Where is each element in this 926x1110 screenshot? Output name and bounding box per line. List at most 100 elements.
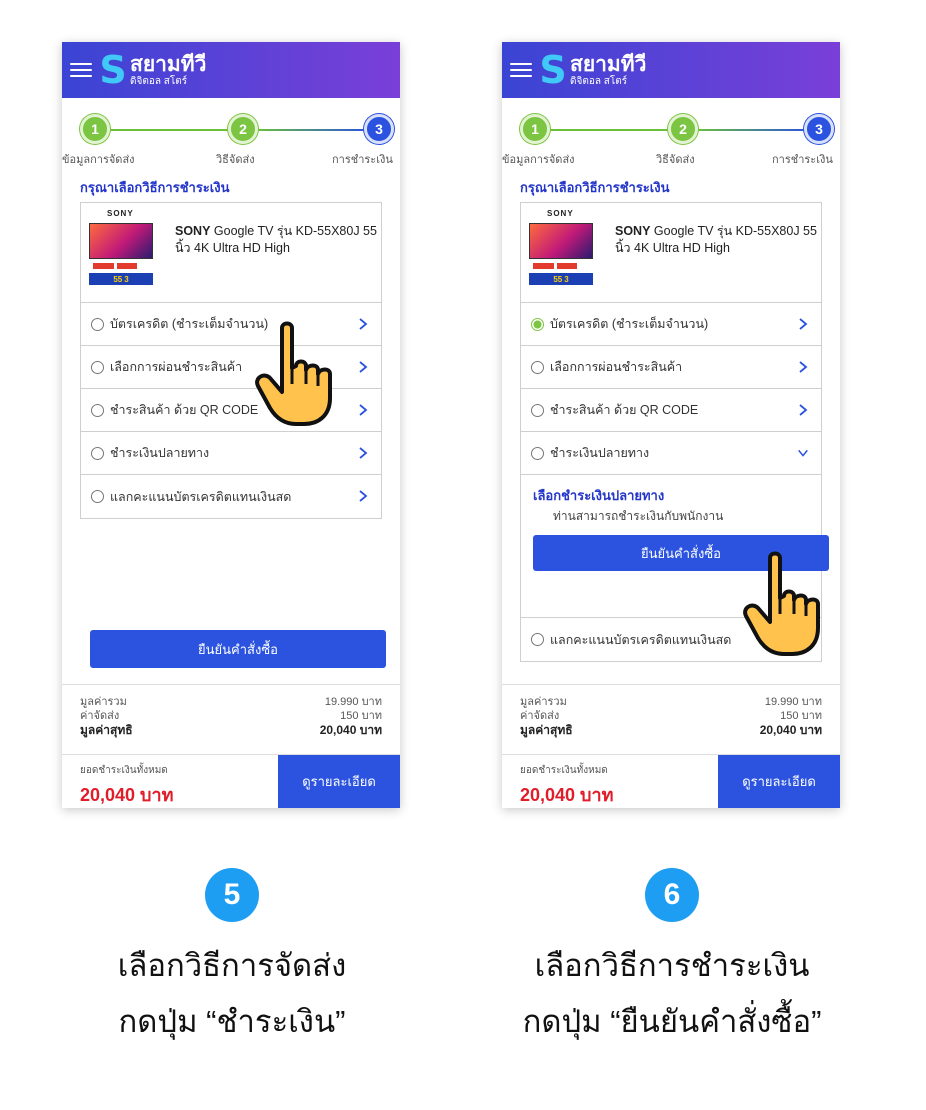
subtotal-row: มูลค่ารวม 19.990 บาท bbox=[520, 695, 822, 709]
subtotal-row: มูลค่ารวม 19.990 บาท bbox=[80, 695, 382, 709]
product-banner: 55 3 bbox=[89, 273, 153, 285]
grand-total: ยอดชำระเงินทั้งหมด 20,040 บาท bbox=[62, 755, 278, 808]
chevron-right-icon bbox=[799, 318, 808, 330]
app-header: S สยามทีวี ดิจิตอล สโตร์ bbox=[502, 42, 840, 98]
product-name-brand: SONY bbox=[615, 224, 651, 238]
logo-icon[interactable]: S bbox=[99, 51, 126, 89]
step-5-badge: 5 bbox=[205, 868, 259, 922]
subtotal-label: มูลค่ารวม bbox=[80, 696, 127, 708]
banner-size: 55 bbox=[113, 274, 123, 284]
step-2-label: วิธีจัดส่ง bbox=[656, 154, 695, 166]
step-3-label: การชำระเงิน bbox=[772, 154, 833, 166]
grand-total-label: ยอดชำระเงินทั้งหมด bbox=[80, 765, 168, 776]
banner-size: 55 bbox=[553, 274, 563, 284]
shipping-label: ค่าจัดส่ง bbox=[520, 710, 560, 722]
net-label: มูลค่าสุทธิ bbox=[80, 723, 133, 737]
step-6-caption-line1: เลือกวิธีการชำระเงิน bbox=[534, 948, 810, 983]
shipping-row: ค่าจัดส่ง 150 บาท bbox=[80, 709, 382, 723]
brand-name: สยามทีวี bbox=[130, 52, 207, 76]
payment-option-label: บัตรเครดิต (ชำระเต็มจำนวน) bbox=[550, 317, 709, 331]
brand-subtitle: ดิจิตอล สโตร์ bbox=[130, 75, 188, 87]
phone-screen-step-6: S สยามทีวี ดิจิตอล สโตร์ 1 2 3 ข้อมูลการ… bbox=[502, 42, 840, 808]
grand-total: ยอดชำระเงินทั้งหมด 20,040 บาท bbox=[502, 755, 718, 808]
checkout-footer: ยอดชำระเงินทั้งหมด 20,040 บาท ดูรายละเอี… bbox=[62, 754, 400, 808]
payment-option-qr-code[interactable]: ชำระสินค้า ด้วย QR CODE bbox=[521, 389, 821, 432]
payment-option-label: ชำระเงินปลายทาง bbox=[550, 446, 650, 460]
step-1-circle[interactable]: 1 bbox=[80, 114, 110, 144]
chevron-right-icon bbox=[359, 361, 368, 373]
payment-option-label: บัตรเครดิต (ชำระเต็มจำนวน) bbox=[110, 317, 269, 331]
grand-total-value: 20,040 บาท bbox=[520, 785, 614, 805]
radio-icon[interactable] bbox=[91, 403, 104, 417]
chevron-right-icon bbox=[799, 361, 808, 373]
order-summary: มูลค่ารวม 19.990 บาท ค่าจัดส่ง 150 บาท ม… bbox=[502, 684, 840, 754]
step-3-circle[interactable]: 3 bbox=[804, 114, 834, 144]
view-details-button[interactable]: ดูรายละเอียด bbox=[718, 755, 840, 808]
brand[interactable]: สยามทีวี ดิจิตอล สโตร์ bbox=[130, 54, 206, 87]
radio-selected-icon[interactable] bbox=[531, 317, 544, 331]
chevron-right-icon bbox=[359, 490, 368, 502]
app-header: S สยามทีวี ดิจิตอล สโตร์ bbox=[62, 42, 400, 98]
product-brand-logo: SONY bbox=[107, 209, 134, 218]
step-connector bbox=[698, 129, 808, 131]
step-5-caption: เลือกวิธีการจัดส่ง กดปุ่ม “ชำระเงิน” bbox=[32, 938, 432, 1050]
logo-icon[interactable]: S bbox=[539, 51, 566, 89]
cod-panel-title: เลือกชำระเงินปลายทาง bbox=[533, 488, 665, 503]
product-brand-logo: SONY bbox=[547, 209, 574, 218]
step-2-label: วิธีจัดส่ง bbox=[216, 154, 255, 166]
radio-icon[interactable] bbox=[531, 360, 544, 374]
radio-icon[interactable] bbox=[91, 360, 104, 374]
product-summary: SONY 55 3 SONY Google TV รุ่น KD-55X80J … bbox=[521, 203, 821, 303]
radio-icon[interactable] bbox=[91, 446, 104, 460]
view-details-button[interactable]: ดูรายละเอียด bbox=[278, 755, 400, 808]
section-title: กรุณาเลือกวิธีการชำระเงิน bbox=[80, 180, 230, 195]
cod-panel-description: ท่านสามารถชำระเงินกับพนักงาน bbox=[553, 509, 724, 523]
streaming-logos bbox=[93, 263, 137, 269]
tv-screen-image bbox=[89, 223, 153, 259]
radio-icon[interactable] bbox=[91, 317, 104, 331]
product-name-brand: SONY bbox=[175, 224, 211, 238]
payment-option-label: แลกคะแนนบัตรเครดิตแทนเงินสด bbox=[110, 489, 292, 504]
net-label: มูลค่าสุทธิ bbox=[520, 723, 573, 737]
grand-total-value: 20,040 บาท bbox=[80, 785, 174, 805]
grand-total-label: ยอดชำระเงินทั้งหมด bbox=[520, 765, 608, 776]
payment-option-redeem-points[interactable]: แลกคะแนนบัตรเครดิตแทนเงินสด bbox=[81, 475, 381, 518]
step-1-circle[interactable]: 1 bbox=[520, 114, 550, 144]
checkout-footer: ยอดชำระเงินทั้งหมด 20,040 บาท ดูรายละเอี… bbox=[502, 754, 840, 808]
banner-years: 3 bbox=[124, 274, 129, 284]
chevron-down-icon bbox=[798, 449, 808, 457]
step-6-badge: 6 bbox=[645, 868, 699, 922]
payment-option-cash-on-delivery[interactable]: ชำระเงินปลายทาง bbox=[81, 432, 381, 475]
step-connector bbox=[258, 129, 368, 131]
brand[interactable]: สยามทีวี ดิจิตอล สโตร์ bbox=[570, 54, 646, 87]
radio-icon[interactable] bbox=[531, 403, 544, 417]
radio-icon[interactable] bbox=[531, 633, 544, 646]
payment-option-label: เลือกการผ่อนชำระสินค้า bbox=[110, 360, 243, 374]
payment-option-cash-on-delivery[interactable]: ชำระเงินปลายทาง bbox=[521, 432, 821, 475]
product-image: SONY 55 3 bbox=[89, 209, 153, 291]
step-6-caption-line2: กดปุ่ม “ยืนยันคำสั่งซื้อ” bbox=[522, 1004, 822, 1039]
payment-option-credit-card[interactable]: บัตรเครดิต (ชำระเต็มจำนวน) bbox=[521, 303, 821, 346]
payment-option-label: ชำระสินค้า ด้วย QR CODE bbox=[110, 403, 259, 417]
step-1-label: ข้อมูลการจัดส่ง bbox=[62, 154, 135, 166]
banner-years: 3 bbox=[564, 274, 569, 284]
step-2-circle[interactable]: 2 bbox=[668, 114, 698, 144]
payment-option-label: ชำระเงินปลายทาง bbox=[110, 446, 210, 460]
payment-option-installment[interactable]: เลือกการผ่อนชำระสินค้า bbox=[521, 346, 821, 389]
brand-subtitle: ดิจิตอล สโตร์ bbox=[570, 75, 628, 87]
confirm-order-button[interactable]: ยืนยันคำสั่งซื้อ bbox=[90, 630, 386, 668]
radio-icon[interactable] bbox=[531, 446, 544, 460]
order-summary: มูลค่ารวม 19.990 บาท ค่าจัดส่ง 150 บาท ม… bbox=[62, 684, 400, 754]
radio-icon[interactable] bbox=[91, 490, 104, 503]
payment-option-label: แลกคะแนนบัตรเครดิตแทนเงินสด bbox=[550, 632, 732, 647]
product-summary: SONY 55 3 SONY Google TV รุ่น KD-55X80J … bbox=[81, 203, 381, 303]
step-3-circle[interactable]: 3 bbox=[364, 114, 394, 144]
step-2-circle[interactable]: 2 bbox=[228, 114, 258, 144]
step-1-label: ข้อมูลการจัดส่ง bbox=[502, 154, 575, 166]
tv-screen-image bbox=[529, 223, 593, 259]
subtotal-value: 19.990 บาท bbox=[324, 696, 382, 708]
step-connector bbox=[110, 129, 230, 131]
menu-icon[interactable] bbox=[510, 63, 532, 77]
menu-icon[interactable] bbox=[70, 63, 92, 77]
shipping-value: 150 บาท bbox=[340, 710, 382, 722]
